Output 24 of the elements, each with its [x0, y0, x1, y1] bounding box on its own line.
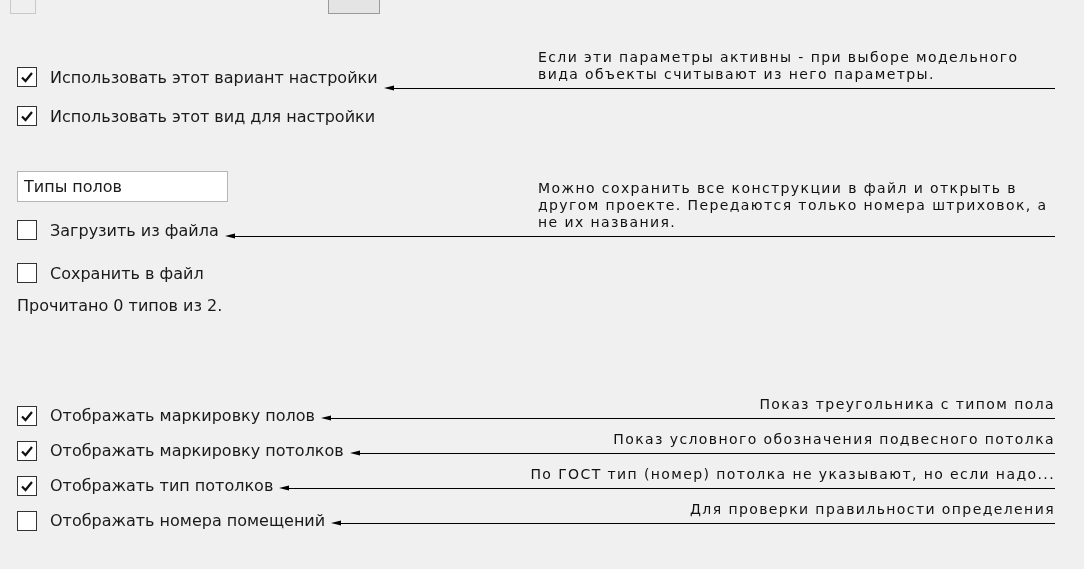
checkbox[interactable]: [17, 106, 37, 126]
checkbox[interactable]: [17, 510, 37, 531]
checkbox-option[interactable]: Отображать тип потолков: [17, 475, 274, 496]
checkbox-option[interactable]: Сохранить в файл: [17, 263, 204, 283]
status-text: Прочитано 0 типов из 2.: [17, 296, 224, 315]
checkbox[interactable]: [17, 67, 37, 87]
checkbox-option[interactable]: Загрузить из файла: [17, 220, 219, 240]
annotation-text: Для проверки правильности определения: [690, 501, 1055, 518]
name-field[interactable]: Типы полов: [17, 171, 228, 202]
annotation-text: Можно сохранить все конструкции в файл и открыть в другом проекте. Передаются только номера штриховок, а не их названия.: [538, 180, 1049, 231]
checkbox[interactable]: [17, 263, 37, 283]
annotation-text: Показ условного обозначения подвесного потолка: [613, 431, 1055, 448]
annotation-text: По ГОСТ тип (номер) потолка не указывают, но если надо...: [530, 466, 1055, 483]
checkbox-option[interactable]: Использовать этот вид для настройки: [17, 106, 376, 126]
checkbox[interactable]: [17, 475, 37, 496]
checkbox[interactable]: [17, 220, 37, 240]
annotation-text: Если эти параметры активны - при выборе модельного вида объекты считывают из него параметры.: [538, 49, 1020, 83]
checkbox-option[interactable]: Использовать этот вариант настройки: [17, 67, 378, 87]
checkbox[interactable]: [17, 405, 37, 426]
annotation-text: Показ треугольника с типом пола: [759, 396, 1055, 413]
checkbox-option[interactable]: Отображать номера помещений: [17, 510, 326, 531]
checkbox[interactable]: [17, 440, 37, 461]
checkbox-option[interactable]: Отображать маркировку полов: [17, 405, 315, 426]
checkbox-option[interactable]: Отображать маркировку потолков: [17, 440, 344, 461]
